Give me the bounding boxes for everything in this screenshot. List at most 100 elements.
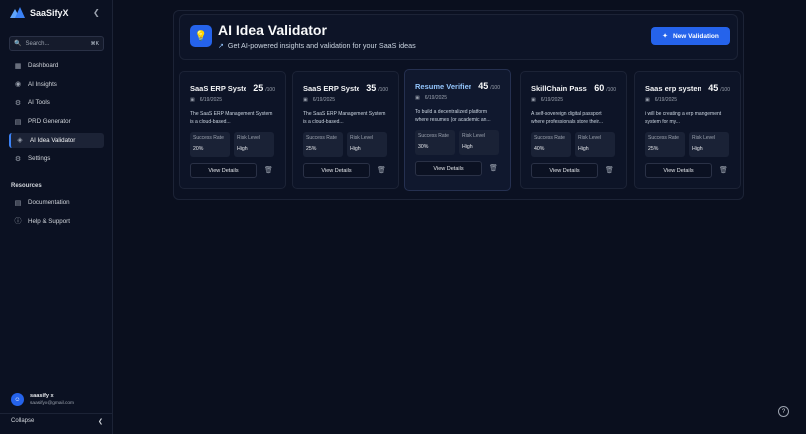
view-details-button[interactable]: View Details [531, 163, 598, 178]
resources-nav: ▤ Documentation ⓘ Help & Support [9, 195, 104, 232]
card-title: Saas erp system [645, 84, 701, 93]
collapse-label: Collapse [11, 418, 35, 424]
sidebar-item-prd-generator[interactable]: ▤ PRD Generator [9, 114, 104, 129]
date-text: 6/19/2025 [540, 97, 563, 103]
tools-icon: ⚙ [14, 99, 22, 107]
trash-icon[interactable]: 🗑 [489, 164, 498, 172]
trend-up-icon: ↗ [218, 42, 224, 50]
card-score: 45/100 [478, 81, 500, 91]
user-email: saasifyx@gmail.com [30, 401, 75, 406]
sidebar-item-ai-insights[interactable]: ◉ AI Insights [9, 77, 104, 92]
view-details-button[interactable]: View Details [190, 163, 257, 178]
risk-level-metric: Risk Level High [689, 132, 729, 157]
risk-level-metric: Risk Level High [575, 132, 615, 157]
metric-label: Risk Level [237, 135, 261, 141]
validation-card[interactable]: SaaS ERP System 35/100 ▣ 6/19/2025 The Sa… [292, 71, 399, 189]
sidebar-item-label: Help & Support [28, 217, 70, 225]
book-icon: ▤ [14, 199, 22, 207]
metric-label: Success Rate [418, 133, 449, 139]
trash-icon[interactable]: 🗑 [605, 166, 614, 174]
calendar-icon: ▣ [415, 95, 420, 101]
card-score: 60/100 [594, 83, 616, 93]
metric-label: Risk Level [462, 133, 486, 139]
success-rate-metric: Success Rate 25% [303, 132, 343, 157]
validation-card[interactable]: Saas erp system 45/100 ▣ 6/19/2025 i will… [634, 71, 741, 189]
card-title: SaaS ERP System [303, 84, 359, 93]
page-title: AI Idea Validator [218, 22, 327, 38]
resources-heading: Resources [11, 183, 42, 189]
card-title: SkillChain Passport [531, 84, 587, 93]
validation-card[interactable]: Resume Verifier Platform 45/100 ▣ 6/19/20… [404, 69, 511, 191]
metric-value: 30% [418, 144, 429, 150]
card-score: 25/100 [253, 83, 275, 93]
new-validation-label: New Validation [673, 32, 719, 40]
collapse-button[interactable]: Collapse ❮ [11, 418, 103, 425]
validation-card[interactable]: SkillChain Passport 60/100 ▣ 6/19/2025 A … [520, 71, 627, 189]
score-suffix: /100 [720, 87, 730, 93]
sidebar-item-help[interactable]: ⓘ Help & Support [9, 214, 104, 229]
sidebar-item-ai-idea-validator[interactable]: ◈ AI Idea Validator [9, 132, 104, 148]
subtitle-text: Get AI-powered insights and validation f… [227, 41, 416, 50]
sidebar-nav: ▦ Dashboard ◉ AI Insights ⚙ AI Tools ▤ P… [9, 58, 104, 170]
chevron-left-icon[interactable]: ❮ [93, 8, 100, 17]
metric-value: 25% [306, 146, 317, 152]
lightbulb-icon: 💡 [190, 25, 212, 47]
sidebar-item-label: Documentation [28, 199, 70, 206]
date-text: 6/19/2025 [424, 95, 447, 101]
risk-level-metric: Risk Level High [234, 132, 274, 157]
sidebar-item-dashboard[interactable]: ▦ Dashboard [9, 58, 104, 73]
user-profile[interactable]: ☺ saasify x saasifyx@gmail.com [9, 390, 104, 409]
trash-icon[interactable]: 🗑 [377, 166, 386, 174]
page-header: 💡 AI Idea Validator ↗ Get AI-powered ins… [179, 14, 738, 60]
calendar-icon: ▣ [303, 97, 308, 103]
sidebar-item-label: PRD Generator [28, 118, 71, 126]
card-date: ▣ 6/19/2025 [645, 97, 677, 103]
metric-value: 25% [648, 146, 659, 152]
logo-icon [10, 7, 25, 19]
sidebar-item-documentation[interactable]: ▤ Documentation [9, 195, 104, 210]
search-placeholder: Search... [25, 40, 50, 47]
validator-icon: ◈ [17, 137, 23, 145]
trash-icon[interactable]: 🗑 [719, 166, 728, 174]
card-description: A self-sovereign digital passport where … [531, 111, 603, 125]
view-details-button[interactable]: View Details [415, 161, 482, 176]
avatar: ☺ [11, 393, 24, 406]
trash-icon[interactable]: 🗑 [264, 166, 273, 174]
sidebar-item-label: Settings [28, 155, 51, 163]
sidebar-item-label: AI Insights [28, 80, 57, 88]
view-details-button[interactable]: View Details [303, 163, 370, 178]
metric-label: Success Rate [306, 135, 337, 141]
card-date: ▣ 6/19/2025 [531, 97, 563, 103]
metric-value: High [350, 146, 361, 152]
page-subtitle: ↗ Get AI-powered insights and validation… [218, 41, 416, 50]
metric-value: 20% [193, 146, 204, 152]
validation-card[interactable]: SaaS ERP System 25/100 ▣ 6/19/2025 The Sa… [179, 71, 286, 189]
search-input[interactable]: 🔍 Search... ⌘K [9, 36, 104, 51]
score-suffix: /100 [265, 87, 275, 93]
view-details-button[interactable]: View Details [645, 163, 712, 178]
calendar-icon: ▣ [531, 97, 536, 103]
sidebar-item-settings[interactable]: ⚙ Settings [9, 151, 104, 166]
date-text: 6/19/2025 [654, 97, 677, 103]
new-validation-button[interactable]: ✦ New Validation [651, 27, 730, 45]
score-value: 60 [594, 83, 605, 93]
divider [0, 413, 113, 414]
search-shortcut: ⌘K [90, 40, 99, 47]
sidebar: SaaSifyX ❮ 🔍 Search... ⌘K ▦ Dashboard ◉ … [0, 0, 113, 434]
brand[interactable]: SaaSifyX [10, 6, 69, 20]
metric-label: Success Rate [193, 135, 224, 141]
card-score: 45/100 [708, 83, 730, 93]
risk-level-metric: Risk Level High [347, 132, 387, 157]
sidebar-item-label: Dashboard [28, 62, 59, 69]
help-icon[interactable]: ? [778, 406, 789, 417]
risk-level-metric: Risk Level High [459, 130, 499, 155]
card-description: The SaaS ERP Management System is a clou… [190, 111, 273, 125]
sparkle-icon: ✦ [662, 33, 668, 40]
card-date: ▣ 6/19/2025 [415, 95, 447, 101]
search-icon: 🔍 [14, 41, 22, 47]
calendar-icon: ▣ [190, 97, 195, 103]
user-name: saasify x [30, 393, 54, 399]
card-description: i will be creating a erp mangement syste… [645, 111, 722, 125]
sidebar-item-ai-tools[interactable]: ⚙ AI Tools [9, 95, 104, 110]
metric-value: High [578, 146, 589, 152]
